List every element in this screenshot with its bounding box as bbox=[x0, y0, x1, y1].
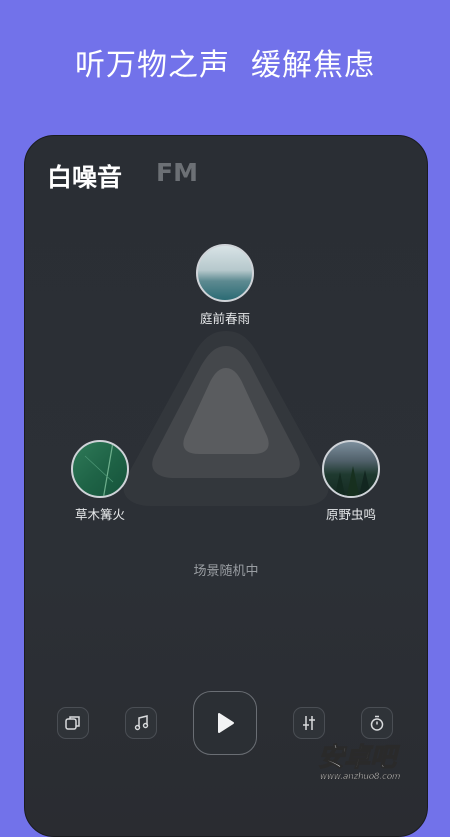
headline: 听万物之声 缓解焦虑 bbox=[74, 48, 376, 83]
svg-text:安卓吧: 安卓吧 bbox=[318, 743, 400, 773]
leaf-thumbnail-icon bbox=[71, 440, 129, 498]
forest-thumbnail-icon bbox=[322, 440, 380, 498]
leaf-vein-icon bbox=[84, 442, 114, 496]
scene-campfire-label: 草木篝火 bbox=[74, 507, 125, 522]
scene-rain-label: 庭前春雨 bbox=[199, 311, 250, 326]
timer-button[interactable] bbox=[361, 707, 393, 739]
timer-icon bbox=[370, 715, 384, 731]
scene-campfire[interactable]: 草木篝火 bbox=[60, 440, 140, 523]
watermark-logo: 安卓吧 www.anzhuo8.com bbox=[316, 738, 426, 786]
watermark-logo-icon: 安卓吧 www.anzhuo8.com bbox=[318, 743, 401, 783]
status-text: 场景随机中 bbox=[193, 564, 259, 579]
equalizer-button[interactable] bbox=[293, 707, 325, 739]
rain-lake-thumbnail-icon bbox=[196, 244, 254, 302]
scene-insects[interactable]: 原野虫鸣 bbox=[311, 440, 391, 523]
copy-button[interactable] bbox=[57, 707, 89, 739]
pine-trees-icon bbox=[334, 466, 372, 496]
music-button[interactable] bbox=[125, 707, 157, 739]
equalizer-icon bbox=[303, 716, 315, 730]
scene-rain[interactable]: 庭前春雨 bbox=[185, 244, 265, 327]
svg-text:www.anzhuo8.com: www.anzhuo8.com bbox=[320, 772, 400, 782]
app-panel: 白噪音 FM 庭前春雨 草木篝火 原野虫鸣 场景随机中 bbox=[24, 135, 428, 837]
copy-icon bbox=[65, 716, 80, 730]
music-note-icon bbox=[134, 715, 149, 731]
play-button[interactable] bbox=[193, 691, 257, 755]
play-icon bbox=[218, 713, 234, 733]
scene-insects-label: 原野虫鸣 bbox=[325, 507, 376, 522]
